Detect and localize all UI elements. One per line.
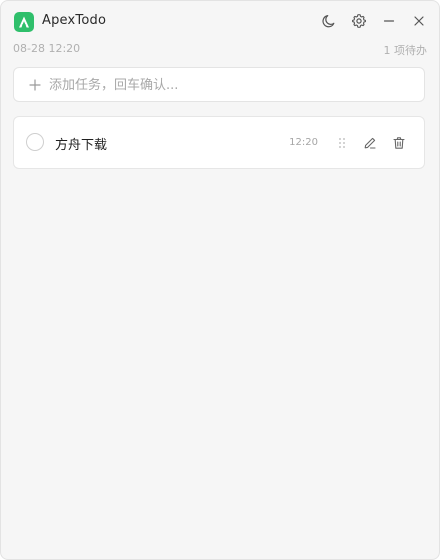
task-list: 方舟下载 12:20	[13, 116, 425, 169]
drag-handle-icon[interactable]	[336, 136, 348, 150]
close-button[interactable]	[407, 9, 431, 33]
app-logo-icon	[14, 12, 34, 32]
delete-task-button[interactable]	[390, 134, 408, 152]
add-task-input[interactable]	[49, 75, 409, 95]
app-window: ApexTodo 08-28 12:20 1 项待办 添加任务，回车确认... …	[0, 0, 440, 560]
current-datetime: 08-28 12:20	[13, 42, 81, 55]
plus-icon	[27, 77, 43, 93]
theme-toggle-button[interactable]	[317, 9, 341, 33]
pending-count: 1 项待办	[383, 44, 428, 57]
task-time: 12:20	[289, 137, 318, 148]
moon-icon	[322, 15, 335, 28]
edit-task-button[interactable]	[361, 134, 379, 152]
window-controls	[317, 9, 431, 33]
task-title: 方舟下载	[55, 138, 108, 153]
settings-gear-icon	[352, 14, 366, 28]
minimize-button[interactable]	[377, 9, 401, 33]
close-icon	[414, 16, 424, 26]
pencil-icon	[364, 137, 376, 149]
task-item[interactable]: 方舟下载 12:20	[13, 116, 425, 169]
settings-button[interactable]	[347, 9, 371, 33]
title-bar[interactable]: ApexTodo	[1, 1, 439, 41]
app-title: ApexTodo	[42, 13, 107, 28]
trash-icon	[393, 137, 405, 149]
task-complete-checkbox[interactable]	[26, 133, 44, 151]
minimize-icon	[383, 20, 395, 22]
meta-row: 08-28 12:20 1 项待办	[13, 42, 427, 58]
add-task-box[interactable]	[13, 67, 425, 102]
